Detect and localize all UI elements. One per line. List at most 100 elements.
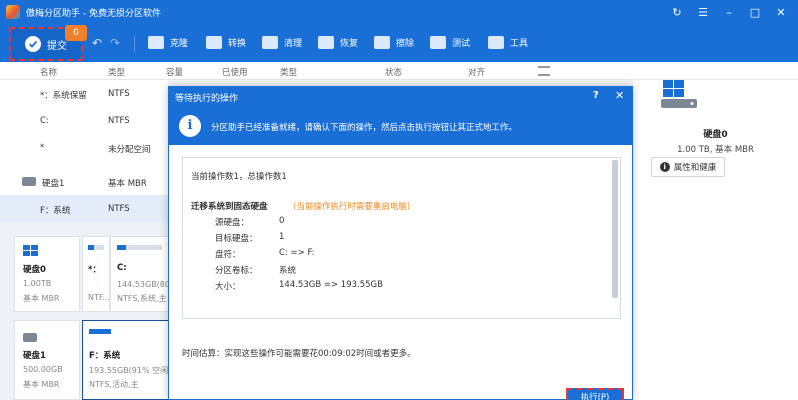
properties-health-label: 属性和健康 <box>673 163 717 173</box>
close-button[interactable]: ✕ <box>768 0 794 24</box>
dialog-header: 等待执行的操作 ? ✕ <box>169 87 632 107</box>
list-item[interactable]: C: NTFS <box>0 107 168 134</box>
pending-count-badge: 0 <box>65 25 87 41</box>
tools-button[interactable]: 工具 <box>488 36 528 49</box>
operation-title: 迁移系统到固态硬盘 <box>191 202 268 212</box>
disk0-card[interactable]: 硬盘0 1.00TB 基本 MBR <box>14 236 80 312</box>
op-key: 分区卷标： <box>215 266 258 276</box>
list-item[interactable]: *：系统保留 NTFS <box>0 80 168 107</box>
column-header: 名称 类型 容量 已使用 类型 状态 对齐 <box>0 62 798 80</box>
operation-note: (当前操作执行时需要重启电脑) <box>293 202 411 212</box>
column-settings-icon[interactable] <box>538 66 550 76</box>
partition-type: 未分配空间 <box>108 145 151 155</box>
op-key: 目标硬盘： <box>215 234 258 244</box>
maximize-button[interactable]: □ <box>742 0 768 24</box>
op-value: 144.53GB => 193.55GB <box>279 280 383 290</box>
partition-name: F：系统 <box>40 206 71 216</box>
col-capacity[interactable]: 容量 <box>166 66 183 78</box>
recover-button[interactable]: 恢复 <box>318 36 358 49</box>
clone-label: 克隆 <box>170 39 189 49</box>
wipe-label: 擦除 <box>396 39 415 49</box>
time-estimate: 时间估算：实现这些操作可能需要花00:09:02时间或者更多。 <box>182 349 416 359</box>
disk-icon <box>23 333 37 342</box>
test-label: 测试 <box>452 39 471 49</box>
help-button[interactable]: ? <box>593 90 599 101</box>
cleanup-button[interactable]: 清理 <box>262 36 302 49</box>
partition-label: C: <box>117 263 127 273</box>
toolbar: 提交 0 ↶ ↷ 克隆 转换 清理 恢复 擦除 测试 工具 <box>0 24 798 62</box>
minimize-button[interactable]: – <box>716 0 742 24</box>
col-alignment[interactable]: 对齐 <box>468 66 485 78</box>
op-value: 系统 <box>279 266 297 276</box>
disk1-style: 基本 MBR <box>23 380 60 389</box>
partition-type: NTFS <box>108 116 130 126</box>
refresh-button[interactable]: ↻ <box>664 0 690 24</box>
convert-button[interactable]: 转换 <box>206 36 246 49</box>
list-item[interactable]: * 未分配空间 <box>0 134 168 161</box>
properties-health-button[interactable]: i 属性和健康 <box>651 157 725 177</box>
cleanup-label: 清理 <box>284 39 303 49</box>
col-used[interactable]: 已使用 <box>222 66 248 78</box>
partition-card-c[interactable]: C: 144.53GB(80% 空闲) NTFS,系统,主 <box>110 236 199 312</box>
menu-button[interactable]: ☰ <box>690 0 716 24</box>
dialog-title: 等待执行的操作 <box>175 94 239 104</box>
disk0-name: 硬盘0 <box>23 265 46 275</box>
partition-label: F：系统 <box>89 351 121 361</box>
partition-card-f[interactable]: F：系统 193.55GB(91% 空闲) NTFS,活动,主 <box>82 320 172 400</box>
dialog-info-banner: i 分区助手已经准备就绪，请确认下面的操作，然后点击执行按钮让其正式地工作。 <box>169 107 632 145</box>
col-name[interactable]: 名称 <box>40 66 57 78</box>
info-text: 分区助手已经准备就绪，请确认下面的操作，然后点击执行按钮让其正式地工作。 <box>211 123 518 133</box>
disk0-size: 1.00TB <box>23 279 52 288</box>
scrollbar[interactable] <box>612 160 618 298</box>
window-title: 傲梅分区助手 - 免费无损分区软件 <box>26 8 161 19</box>
disk-type: 基本 MBR <box>108 179 147 189</box>
op-value: 0 <box>279 216 285 226</box>
col-fs-type[interactable]: 类型 <box>280 66 297 78</box>
partition-list: *：系统保留 NTFS C: NTFS * 未分配空间 硬盘1 基本 MBR F… <box>0 80 168 222</box>
recover-icon <box>318 36 334 49</box>
check-icon <box>25 36 41 52</box>
convert-label: 转换 <box>228 39 247 49</box>
wipe-button[interactable]: 擦除 <box>374 36 414 49</box>
op-value: C: => F: <box>279 248 315 258</box>
cleanup-icon <box>262 36 278 49</box>
tools-label: 工具 <box>510 39 529 49</box>
convert-icon <box>206 36 222 49</box>
disk-details-panel: 硬盘0 1.00 TB, 基本 MBR i 属性和健康 <box>633 80 798 400</box>
test-button[interactable]: 测试 <box>430 36 470 49</box>
clone-icon <box>148 36 164 49</box>
op-key: 盘符： <box>215 250 241 260</box>
submit-button[interactable]: 提交 0 <box>9 25 87 61</box>
toolbar-divider <box>134 36 135 52</box>
clone-button[interactable]: 克隆 <box>148 36 188 49</box>
execute-button[interactable]: 执行(P) <box>566 388 624 400</box>
col-status[interactable]: 状态 <box>385 66 402 78</box>
info-icon: i <box>659 162 670 172</box>
disk0-style: 基本 MBR <box>23 294 60 303</box>
list-item-selected[interactable]: F：系统 NTFS <box>0 195 168 222</box>
op-key: 源硬盘： <box>215 218 250 228</box>
disk1-name: 硬盘1 <box>23 351 46 361</box>
selected-disk-info: 1.00 TB, 基本 MBR <box>677 145 754 155</box>
partition-fs: NTFS,活动,主 <box>89 380 139 389</box>
operations-list: 当前操作数1，总操作数1 迁移系统到固态硬盘 (当前操作执行时需要重启电脑) 源… <box>182 157 621 319</box>
partition-type: NTFS <box>108 204 130 214</box>
list-item[interactable]: 硬盘1 基本 MBR <box>0 168 168 195</box>
partition-type: NTFS <box>108 89 130 99</box>
partition-size: 193.55GB(91% 空闲) <box>89 366 172 375</box>
partition-fs: NTFS,系统,主 <box>117 294 167 303</box>
disk-name: 硬盘1 <box>42 179 65 189</box>
disk-map: 硬盘0 1.00TB 基本 MBR *： NTF... C: 144.53GB(… <box>0 222 199 400</box>
tools-icon <box>488 36 504 49</box>
partition-card-reserved[interactable]: *： NTF... <box>82 236 110 312</box>
disk1-card[interactable]: 硬盘1 500.00GB 基本 MBR <box>14 320 80 400</box>
windows-disk-icon <box>661 80 697 108</box>
redo-icon[interactable]: ↷ <box>110 36 120 50</box>
dialog-close-button[interactable]: ✕ <box>615 89 624 102</box>
op-value: 1 <box>279 232 285 242</box>
pending-operations-dialog: 等待执行的操作 ? ✕ i 分区助手已经准备就绪，请确认下面的操作，然后点击执行… <box>168 86 633 400</box>
windows-disk-icon <box>23 245 38 256</box>
col-type[interactable]: 类型 <box>108 66 125 78</box>
undo-icon[interactable]: ↶ <box>92 36 102 50</box>
recover-label: 恢复 <box>340 39 359 49</box>
